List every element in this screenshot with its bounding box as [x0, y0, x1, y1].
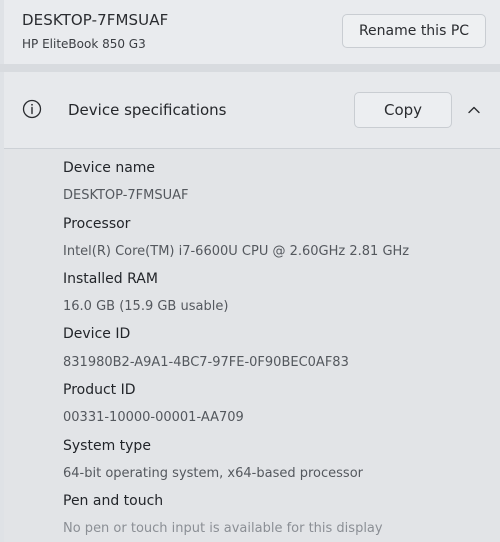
card-gap [0, 64, 500, 72]
pc-name-card: DESKTOP-7FMSUAF HP EliteBook 850 G3 Rena… [4, 0, 500, 65]
spec-label-installed-ram: Installed RAM [63, 271, 158, 287]
spec-value-device-id: 831980B2-A9A1-4BC7-97FE-0F90BEC0AF83 [63, 355, 349, 370]
chevron-up-icon[interactable] [464, 100, 484, 120]
spec-label-processor: Processor [63, 216, 131, 232]
device-specifications-header[interactable]: Device specifications Copy [4, 72, 500, 149]
section-title: Device specifications [68, 101, 227, 119]
spec-value-pen-and-touch: No pen or touch input is available for t… [63, 521, 383, 536]
spec-value-system-type: 64-bit operating system, x64-based proce… [63, 466, 363, 481]
spec-label-system-type: System type [63, 438, 151, 454]
spec-label-device-name: Device name [63, 160, 156, 176]
spec-value-installed-ram: 16.0 GB (15.9 GB usable) [63, 299, 229, 314]
spec-value-product-id: 00331-10000-00001-AA709 [63, 410, 244, 425]
spec-value-processor: Intel(R) Core(TM) i7-6600U CPU @ 2.60GHz… [63, 244, 410, 259]
spec-value-device-name: DESKTOP-7FMSUAF [63, 188, 189, 203]
spec-label-product-id: Product ID [63, 382, 136, 398]
pc-model: HP EliteBook 850 G3 [22, 37, 146, 51]
pc-name: DESKTOP-7FMSUAF [22, 11, 169, 29]
spec-label-pen-and-touch: Pen and touch [63, 493, 164, 509]
info-icon [22, 99, 42, 119]
spec-label-device-id: Device ID [63, 326, 131, 342]
copy-button[interactable]: Copy [354, 92, 452, 128]
rename-pc-button[interactable]: Rename this PC [342, 14, 486, 48]
device-specifications-body [4, 149, 500, 542]
